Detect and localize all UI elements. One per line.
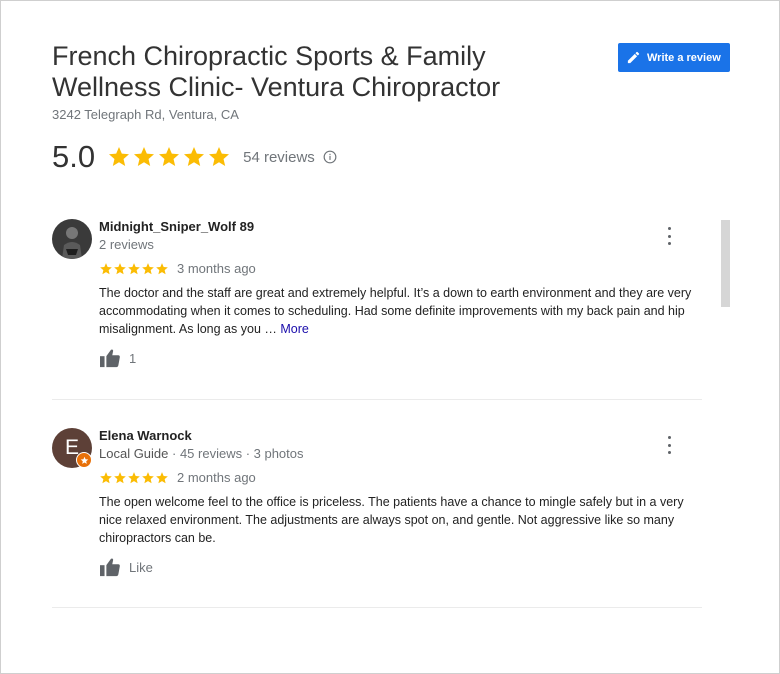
review-card: E Elena Warnock Local Guide · 45 reviews… [52, 428, 702, 588]
star-badge-icon [80, 456, 88, 464]
review-time: 3 months ago [177, 261, 256, 276]
menu-dot [667, 436, 671, 439]
local-guide-label: Local Guide [99, 446, 169, 461]
reviews-panel: French Chiropractic Sports & Family Well… [0, 0, 780, 674]
local-guide-badge [76, 452, 92, 468]
avatar[interactable] [52, 219, 92, 259]
rating-value: 5.0 [52, 139, 96, 174]
review-text: The open welcome feel to the office is p… [99, 495, 684, 545]
menu-dot [667, 443, 671, 447]
star-icon [159, 147, 180, 166]
star-icon [184, 147, 205, 166]
review-text: The doctor and the staff are great and e… [99, 284, 699, 338]
menu-dot [667, 451, 671, 454]
review-divider [52, 607, 702, 608]
thumbs-up-icon [100, 349, 120, 368]
review-menu-button[interactable] [662, 227, 676, 245]
review-divider [52, 399, 702, 400]
like-button[interactable]: Like [99, 557, 153, 577]
review-menu-button[interactable] [662, 436, 676, 454]
menu-dot [667, 234, 671, 238]
star-icon [156, 471, 168, 483]
reviews-count[interactable]: 54 reviews [243, 149, 315, 166]
menu-dot [667, 242, 671, 245]
reviewer-name[interactable]: Midnight_Sniper_Wolf 89 [99, 219, 254, 234]
reviewer-meta: 2 reviews [99, 237, 154, 252]
review-time: 2 months ago [177, 470, 256, 485]
star-icon [114, 471, 126, 483]
rating-stars [107, 145, 232, 169]
star-icon [100, 471, 112, 483]
write-review-button[interactable]: Write a review [618, 43, 730, 72]
star-icon [134, 147, 155, 166]
business-title: French Chiropractic Sports & Family Well… [52, 41, 501, 102]
more-link[interactable]: More [280, 322, 308, 336]
star-icon [142, 262, 154, 274]
star-icon [142, 471, 154, 483]
scrollbar-thumb[interactable] [721, 220, 730, 307]
thumbs-up-icon [100, 558, 120, 577]
like-count: 1 [129, 350, 137, 366]
info-icon[interactable] [323, 150, 337, 164]
like-button[interactable]: 1 [99, 348, 136, 368]
reviewer-meta: Local Guide · 45 reviews · 3 photos [99, 446, 304, 461]
star-icon [128, 262, 140, 274]
pencil-icon [627, 51, 640, 64]
avatar-image [52, 219, 92, 259]
star-icon [209, 147, 230, 166]
star-icon [114, 262, 126, 274]
review-card: Midnight_Sniper_Wolf 89 2 reviews 3 mont… [52, 219, 702, 379]
review-stars [99, 262, 169, 276]
reviewer-stats: · 45 reviews · 3 photos [168, 446, 304, 461]
star-icon [109, 147, 130, 166]
star-icon [156, 262, 168, 274]
star-icon [100, 262, 112, 274]
overall-rating: 5.0 54 reviews [52, 137, 337, 177]
menu-dot [667, 227, 671, 230]
review-rating: 2 months ago [99, 470, 256, 485]
review-text-body: The doctor and the staff are great and e… [99, 286, 692, 336]
like-label: Like [129, 559, 153, 575]
review-stars [99, 471, 169, 485]
business-address: 3242 Telegraph Rd, Ventura, CA [52, 107, 239, 122]
review-rating: 3 months ago [99, 261, 256, 276]
reviewer-name[interactable]: Elena Warnock [99, 428, 192, 443]
star-icon [128, 471, 140, 483]
write-review-label: Write a review [647, 51, 721, 64]
